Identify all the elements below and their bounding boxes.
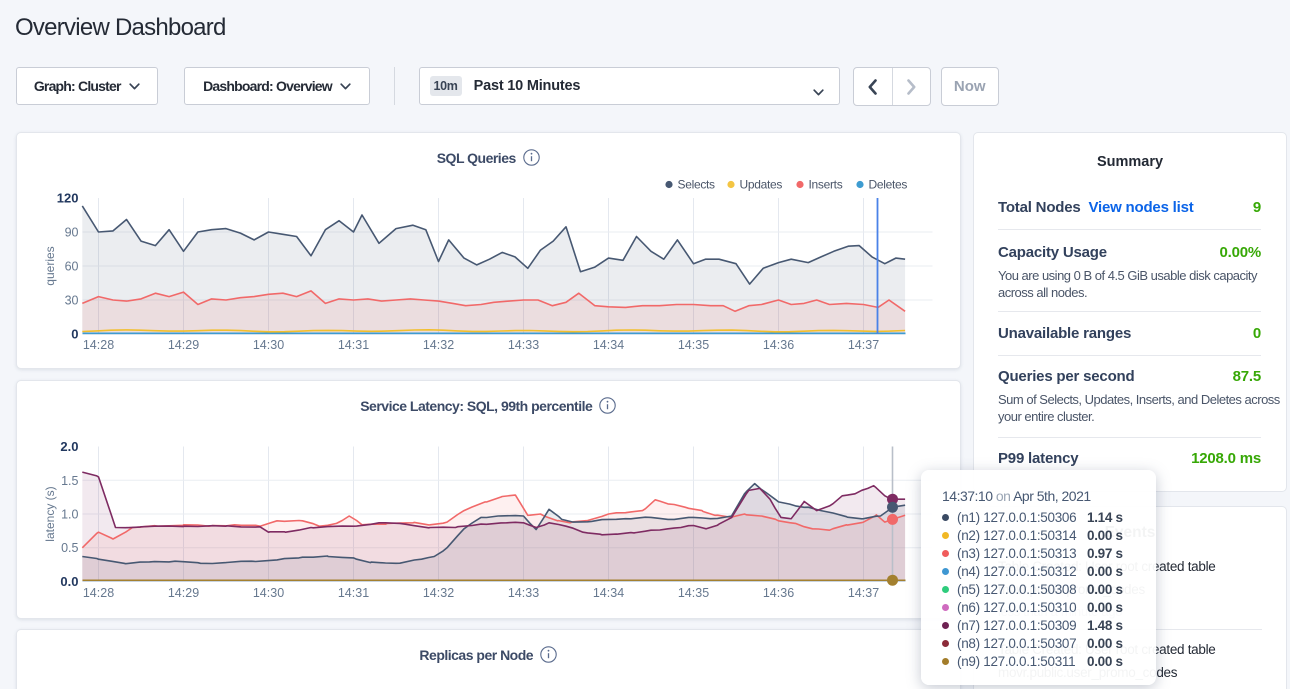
svg-text:14:33: 14:33: [507, 338, 538, 352]
svg-text:14:33: 14:33: [507, 586, 538, 600]
svg-text:14:28: 14:28: [82, 338, 113, 352]
svg-text:14:31: 14:31: [337, 338, 368, 352]
svg-text:14:28: 14:28: [82, 586, 113, 600]
svg-text:queries: queries: [43, 246, 57, 285]
svg-text:14:32: 14:32: [422, 338, 453, 352]
svg-text:14:36: 14:36: [762, 338, 793, 352]
svg-text:latency (s): latency (s): [43, 486, 57, 541]
svg-text:Updates: Updates: [739, 178, 782, 192]
svg-text:14:30: 14:30: [252, 586, 283, 600]
svg-text:30: 30: [64, 294, 78, 308]
svg-text:14:37: 14:37: [847, 586, 878, 600]
svg-text:Deletes: Deletes: [868, 178, 907, 192]
svg-text:14:30: 14:30: [252, 338, 283, 352]
svg-text:120: 120: [56, 191, 78, 206]
svg-text:14:35: 14:35: [677, 586, 708, 600]
svg-text:14:29: 14:29: [167, 338, 198, 352]
svg-text:14:34: 14:34: [592, 338, 623, 352]
svg-text:14:35: 14:35: [677, 338, 708, 352]
svg-text:0: 0: [71, 327, 78, 342]
svg-text:0.0: 0.0: [60, 574, 78, 589]
svg-text:Inserts: Inserts: [808, 178, 842, 192]
svg-text:1.5: 1.5: [61, 473, 78, 487]
svg-text:2.0: 2.0: [60, 439, 78, 454]
svg-text:14:32: 14:32: [422, 586, 453, 600]
svg-text:90: 90: [64, 226, 78, 240]
svg-text:14:37: 14:37: [847, 338, 878, 352]
svg-text:14:34: 14:34: [592, 586, 623, 600]
svg-text:14:36: 14:36: [762, 586, 793, 600]
svg-text:Selects: Selects: [677, 178, 715, 192]
svg-text:0.5: 0.5: [61, 541, 78, 555]
svg-text:14:31: 14:31: [337, 586, 368, 600]
svg-text:60: 60: [64, 260, 78, 274]
svg-text:1.0: 1.0: [61, 507, 78, 521]
svg-text:14:29: 14:29: [167, 586, 198, 600]
